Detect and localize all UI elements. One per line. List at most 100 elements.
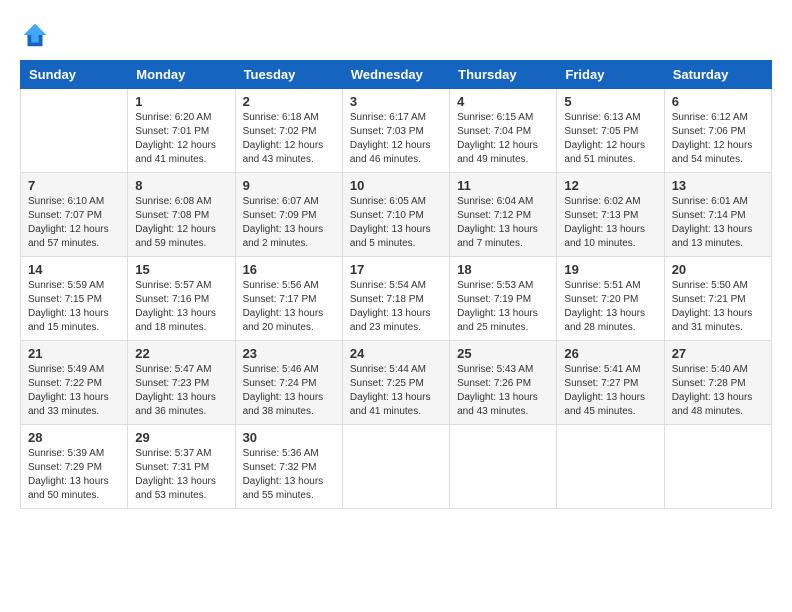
calendar-cell: 24 Sunrise: 5:44 AM Sunset: 7:25 PM Dayli…: [342, 341, 449, 425]
calendar-header-saturday: Saturday: [664, 61, 771, 89]
day-info: Sunrise: 5:41 AM Sunset: 7:27 PM Dayligh…: [564, 363, 656, 419]
day-info: Sunrise: 5:54 AM Sunset: 7:18 PM Dayligh…: [350, 279, 442, 335]
day-info: Sunrise: 6:13 AM Sunset: 7:05 PM Dayligh…: [564, 111, 656, 167]
day-info: Sunrise: 5:59 AM Sunset: 7:15 PM Dayligh…: [28, 279, 120, 335]
day-number: 14: [28, 262, 120, 277]
day-number: 5: [564, 94, 656, 109]
day-number: 18: [457, 262, 549, 277]
calendar-cell: 5 Sunrise: 6:13 AM Sunset: 7:05 PM Daylig…: [557, 89, 664, 173]
calendar-cell: 17 Sunrise: 5:54 AM Sunset: 7:18 PM Dayli…: [342, 257, 449, 341]
day-number: 19: [564, 262, 656, 277]
day-info: Sunrise: 5:44 AM Sunset: 7:25 PM Dayligh…: [350, 363, 442, 419]
day-info: Sunrise: 5:43 AM Sunset: 7:26 PM Dayligh…: [457, 363, 549, 419]
calendar-cell: 30 Sunrise: 5:36 AM Sunset: 7:32 PM Dayli…: [235, 425, 342, 509]
day-info: Sunrise: 6:04 AM Sunset: 7:12 PM Dayligh…: [457, 195, 549, 251]
day-info: Sunrise: 5:39 AM Sunset: 7:29 PM Dayligh…: [28, 447, 120, 503]
calendar-cell: 18 Sunrise: 5:53 AM Sunset: 7:19 PM Dayli…: [450, 257, 557, 341]
calendar-header-monday: Monday: [128, 61, 235, 89]
calendar-header-row: SundayMondayTuesdayWednesdayThursdayFrid…: [21, 61, 772, 89]
day-info: Sunrise: 5:56 AM Sunset: 7:17 PM Dayligh…: [243, 279, 335, 335]
day-number: 22: [135, 346, 227, 361]
calendar-cell: 9 Sunrise: 6:07 AM Sunset: 7:09 PM Daylig…: [235, 173, 342, 257]
calendar-cell: 1 Sunrise: 6:20 AM Sunset: 7:01 PM Daylig…: [128, 89, 235, 173]
day-number: 17: [350, 262, 442, 277]
day-number: 27: [672, 346, 764, 361]
calendar-cell: 14 Sunrise: 5:59 AM Sunset: 7:15 PM Dayli…: [21, 257, 128, 341]
calendar-cell: 29 Sunrise: 5:37 AM Sunset: 7:31 PM Dayli…: [128, 425, 235, 509]
day-number: 3: [350, 94, 442, 109]
calendar-cell: 2 Sunrise: 6:18 AM Sunset: 7:02 PM Daylig…: [235, 89, 342, 173]
calendar-cell: 20 Sunrise: 5:50 AM Sunset: 7:21 PM Dayli…: [664, 257, 771, 341]
day-number: 25: [457, 346, 549, 361]
calendar-cell: 26 Sunrise: 5:41 AM Sunset: 7:27 PM Dayli…: [557, 341, 664, 425]
calendar-cell: 10Sunrise: 6:05 AM Sunset: 7:10 PM Dayli…: [342, 173, 449, 257]
day-number: 26: [564, 346, 656, 361]
day-info: Sunrise: 6:08 AM Sunset: 7:08 PM Dayligh…: [135, 195, 227, 251]
calendar-cell: 22 Sunrise: 5:47 AM Sunset: 7:23 PM Dayli…: [128, 341, 235, 425]
calendar-week-row: 28 Sunrise: 5:39 AM Sunset: 7:29 PM Dayli…: [21, 425, 772, 509]
day-info: Sunrise: 5:47 AM Sunset: 7:23 PM Dayligh…: [135, 363, 227, 419]
day-info: Sunrise: 6:15 AM Sunset: 7:04 PM Dayligh…: [457, 111, 549, 167]
calendar-header-wednesday: Wednesday: [342, 61, 449, 89]
calendar-cell: 21 Sunrise: 5:49 AM Sunset: 7:22 PM Dayli…: [21, 341, 128, 425]
calendar-header-thursday: Thursday: [450, 61, 557, 89]
calendar-header-tuesday: Tuesday: [235, 61, 342, 89]
calendar-cell: 16 Sunrise: 5:56 AM Sunset: 7:17 PM Dayli…: [235, 257, 342, 341]
day-info: Sunrise: 5:36 AM Sunset: 7:32 PM Dayligh…: [243, 447, 335, 503]
day-info: Sunrise: 5:53 AM Sunset: 7:19 PM Dayligh…: [457, 279, 549, 335]
calendar-cell: 4 Sunrise: 6:15 AM Sunset: 7:04 PM Daylig…: [450, 89, 557, 173]
day-number: 23: [243, 346, 335, 361]
calendar-week-row: 21 Sunrise: 5:49 AM Sunset: 7:22 PM Dayli…: [21, 341, 772, 425]
calendar-header-sunday: Sunday: [21, 61, 128, 89]
calendar-cell: 7Sunrise: 6:10 AM Sunset: 7:07 PM Daylig…: [21, 173, 128, 257]
calendar-cell: 13 Sunrise: 6:01 AM Sunset: 7:14 PM Dayli…: [664, 173, 771, 257]
calendar-cell: [450, 425, 557, 509]
calendar-cell: [342, 425, 449, 509]
day-info: Sunrise: 5:57 AM Sunset: 7:16 PM Dayligh…: [135, 279, 227, 335]
page-header: [20, 20, 772, 50]
calendar-cell: 23 Sunrise: 5:46 AM Sunset: 7:24 PM Dayli…: [235, 341, 342, 425]
day-info: Sunrise: 6:17 AM Sunset: 7:03 PM Dayligh…: [350, 111, 442, 167]
calendar-cell: [557, 425, 664, 509]
day-number: 28: [28, 430, 120, 445]
day-info: Sunrise: 5:37 AM Sunset: 7:31 PM Dayligh…: [135, 447, 227, 503]
calendar-cell: 6 Sunrise: 6:12 AM Sunset: 7:06 PM Daylig…: [664, 89, 771, 173]
day-number: 6: [672, 94, 764, 109]
day-info: Sunrise: 5:50 AM Sunset: 7:21 PM Dayligh…: [672, 279, 764, 335]
day-number: 13: [672, 178, 764, 193]
calendar-cell: 15Sunrise: 5:57 AM Sunset: 7:16 PM Dayli…: [128, 257, 235, 341]
day-info: Sunrise: 5:51 AM Sunset: 7:20 PM Dayligh…: [564, 279, 656, 335]
logo-icon: [20, 20, 50, 50]
day-number: 30: [243, 430, 335, 445]
day-info: Sunrise: 5:46 AM Sunset: 7:24 PM Dayligh…: [243, 363, 335, 419]
day-info: Sunrise: 6:18 AM Sunset: 7:02 PM Dayligh…: [243, 111, 335, 167]
calendar-week-row: 7Sunrise: 6:10 AM Sunset: 7:07 PM Daylig…: [21, 173, 772, 257]
calendar-header-friday: Friday: [557, 61, 664, 89]
day-number: 1: [135, 94, 227, 109]
day-number: 21: [28, 346, 120, 361]
calendar-cell: 27 Sunrise: 5:40 AM Sunset: 7:28 PM Dayli…: [664, 341, 771, 425]
day-number: 11: [457, 178, 549, 193]
calendar-week-row: 14 Sunrise: 5:59 AM Sunset: 7:15 PM Dayli…: [21, 257, 772, 341]
day-number: 24: [350, 346, 442, 361]
day-info: Sunrise: 6:01 AM Sunset: 7:14 PM Dayligh…: [672, 195, 764, 251]
day-number: 20: [672, 262, 764, 277]
day-info: Sunrise: 5:49 AM Sunset: 7:22 PM Dayligh…: [28, 363, 120, 419]
day-number: 10: [350, 178, 442, 193]
day-info: Sunrise: 6:12 AM Sunset: 7:06 PM Dayligh…: [672, 111, 764, 167]
calendar-table: SundayMondayTuesdayWednesdayThursdayFrid…: [20, 60, 772, 509]
day-number: 29: [135, 430, 227, 445]
day-number: 9: [243, 178, 335, 193]
day-number: 8: [135, 178, 227, 193]
day-number: 2: [243, 94, 335, 109]
day-number: 4: [457, 94, 549, 109]
day-info: Sunrise: 6:10 AM Sunset: 7:07 PM Dayligh…: [28, 195, 120, 251]
day-info: Sunrise: 6:20 AM Sunset: 7:01 PM Dayligh…: [135, 111, 227, 167]
day-number: 16: [243, 262, 335, 277]
logo: [20, 20, 54, 50]
day-info: Sunrise: 6:07 AM Sunset: 7:09 PM Dayligh…: [243, 195, 335, 251]
calendar-cell: 28 Sunrise: 5:39 AM Sunset: 7:29 PM Dayli…: [21, 425, 128, 509]
calendar-cell: 11 Sunrise: 6:04 AM Sunset: 7:12 PM Dayli…: [450, 173, 557, 257]
day-info: Sunrise: 5:40 AM Sunset: 7:28 PM Dayligh…: [672, 363, 764, 419]
day-number: 12: [564, 178, 656, 193]
